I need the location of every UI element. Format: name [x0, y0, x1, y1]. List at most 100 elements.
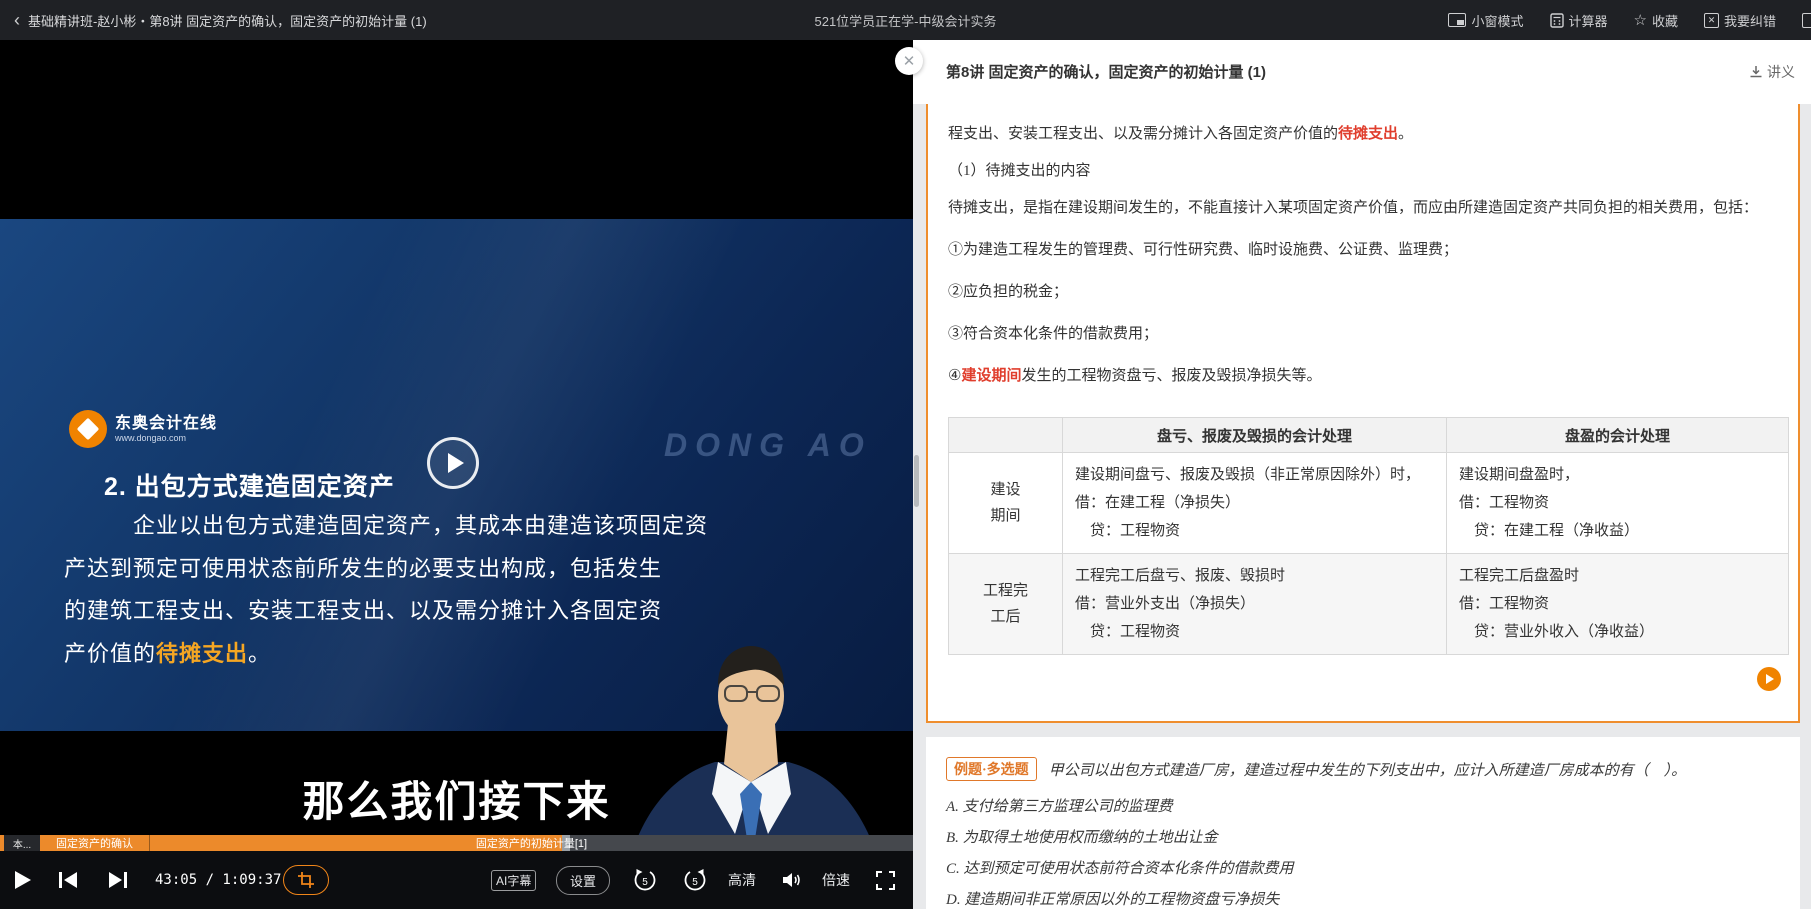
- row-label: 建设 期间: [949, 453, 1063, 554]
- example-type-badge: 例题·多选题: [946, 757, 1037, 781]
- dongao-logo-icon: [69, 410, 107, 448]
- play-button[interactable]: [14, 851, 32, 909]
- next-page-button[interactable]: [1757, 667, 1781, 691]
- ai-caption-button[interactable]: AI字幕: [491, 851, 536, 909]
- forward-5s-button[interactable]: 5: [683, 851, 707, 909]
- app-window: ‹ 基础精讲班-赵小彬・第8讲 固定资产的确认，固定资产的初始计量 (1) 52…: [0, 0, 1811, 909]
- chapter-segment[interactable]: 本...: [0, 835, 40, 851]
- watermark-text: DONG AO: [664, 427, 872, 464]
- ai-caption-label: AI字幕: [491, 870, 536, 891]
- slide-body-line: 企业以出包方式建造固定资产，其成本由建造该项固定资: [133, 508, 708, 540]
- chapter-segment-label: 本...: [4, 835, 40, 851]
- play-icon: [14, 870, 32, 890]
- table-cell: 工程完工后盘盈时 借：工程物资 贷：营业外收入（净收益）: [1447, 554, 1789, 655]
- dongao-logo: 东奥会计在线 www.dongao.com: [69, 410, 217, 448]
- back-chevron-icon[interactable]: ‹: [14, 11, 20, 29]
- next-arrow-icon: [1766, 674, 1774, 684]
- handout-title: 第8讲 固定资产的确认，固定资产的初始计量 (1): [946, 61, 1266, 82]
- fullscreen-button[interactable]: [876, 851, 895, 909]
- doc-paragraph: ②应负担的税金；: [948, 280, 1068, 301]
- quality-button[interactable]: 高清: [728, 851, 756, 909]
- course-title: 基础精讲班-赵小彬・第8讲 固定资产的确认，固定资产的初始计量 (1): [28, 11, 427, 30]
- pip-icon: [1448, 13, 1466, 27]
- svg-text:5: 5: [692, 877, 698, 888]
- doc-text: 程支出、安装工程支出、以及需分摊计入各固定资产价值的: [948, 126, 1338, 142]
- volume-button[interactable]: [782, 851, 802, 909]
- table-row: 工程完 工后 工程完工后盘亏、报废、毁损时 借：营业外支出（净损失） 贷：工程物…: [949, 554, 1789, 655]
- video-control-bar: 43:05 / 1:09:37 AI字幕 设置 5: [0, 851, 913, 909]
- option-a: A. 支付给第三方监理公司的监理费: [946, 795, 1173, 816]
- previous-lesson-button[interactable]: [58, 851, 78, 909]
- rewind-5s-button[interactable]: 5: [633, 851, 657, 909]
- table-cell: 建设期间盘盈时， 借：工程物资 贷：在建工程（净收益）: [1447, 453, 1789, 554]
- clip-button[interactable]: [283, 851, 329, 909]
- slide-body-line: 产达到预定可使用状态前所发生的必要支出构成，包括发生: [64, 551, 662, 583]
- chapter-progress-bar[interactable]: 本... 固定资产的确认 固定资产的初始计量[1]: [0, 835, 913, 851]
- panel-resize-handle[interactable]: [914, 455, 919, 507]
- more-action-button[interactable]: [1802, 13, 1811, 28]
- table-header-col3: 盘盈的会计处理: [1447, 418, 1789, 453]
- slide-line-highlight: 待摊支出: [156, 641, 248, 666]
- doc-paragraph: ①为建造工程发生的管理费、可行性研究费、临时设施费、公证费、监理费；: [948, 238, 1458, 259]
- calculator-icon: [1550, 13, 1564, 28]
- option-c: C. 达到预定可使用状态前符合资本化条件的借款费用: [946, 857, 1294, 878]
- doc-text: ④: [948, 368, 961, 384]
- settings-button[interactable]: 设置: [556, 851, 610, 909]
- star-icon: ☆: [1634, 13, 1647, 28]
- table-cell: 工程完工后盘亏、报废、毁损时 借：营业外支出（净损失） 贷：工程物资: [1063, 554, 1447, 655]
- chapter-segment-label: 固定资产的确认: [56, 835, 133, 851]
- option-d: D. 建造期间非正常原因以外的工程物资盘亏净损失: [946, 888, 1279, 909]
- doc-highlight-red: 待摊支出: [1338, 126, 1398, 142]
- table-row: 建设 期间 建设期间盘亏、报废及毁损（非正常原因除外）时， 借：在建工程（净损失…: [949, 453, 1789, 554]
- download-handout-button[interactable]: 讲义: [1749, 62, 1795, 82]
- speaker-icon: [782, 871, 802, 889]
- video-player[interactable]: 东奥会计在线 www.dongao.com DONG AO 2. 出包方式建造固…: [0, 40, 913, 909]
- video-subtitle: 那么我们接下来: [0, 768, 913, 829]
- report-error-button[interactable]: ✕ 我要纠错: [1704, 11, 1776, 30]
- error-box-icon: ✕: [1704, 13, 1719, 28]
- speed-button[interactable]: 倍速: [822, 851, 850, 909]
- doc-paragraph: 程支出、安装工程支出、以及需分摊计入各固定资产价值的待摊支出。: [948, 122, 1413, 143]
- table-header-row: 盘亏、报废及毁损的会计处理 盘盈的会计处理: [949, 418, 1789, 453]
- play-overlay-button[interactable]: [427, 437, 479, 489]
- slide-line-pre: 产价值的: [64, 641, 156, 666]
- doc-paragraph: ④建设期间发生的工程物资盘亏、报废及毁损净损失等。: [948, 364, 1321, 385]
- next-icon: [108, 871, 128, 889]
- slide-line-post: 。: [248, 641, 271, 666]
- table-header-empty: [949, 418, 1063, 453]
- slide-body-line: 产价值的待摊支出。: [64, 636, 271, 668]
- chapter-segment[interactable]: 固定资产的确认: [40, 835, 150, 851]
- logo-brand-text: 东奥会计在线: [115, 415, 217, 433]
- calculator-button[interactable]: 计算器: [1550, 11, 1608, 30]
- handout-page-next: 例题·多选题 甲公司以出包方式建造厂房，建造过程中发生的下列支出中，应计入所建造…: [926, 737, 1800, 909]
- next-lesson-button[interactable]: [108, 851, 128, 909]
- logo-site-text: www.dongao.com: [115, 433, 217, 443]
- fullscreen-icon: [876, 871, 895, 890]
- doc-paragraph: （1）待摊支出的内容: [948, 159, 1091, 180]
- favorite-label: 收藏: [1652, 11, 1678, 30]
- chapter-segment-current[interactable]: 固定资产的初始计量[1]: [150, 835, 913, 851]
- calculator-label: 计算器: [1569, 11, 1608, 30]
- time-display: 43:05 / 1:09:37: [155, 851, 281, 909]
- clipped-square-icon: [1802, 13, 1811, 28]
- previous-icon: [58, 871, 78, 889]
- pip-mode-label: 小窗模式: [1471, 11, 1523, 30]
- handout-panel-header: 第8讲 固定资产的确认，固定资产的初始计量 (1) 讲义: [913, 40, 1811, 104]
- row-label: 工程完 工后: [949, 554, 1063, 655]
- close-panel-button[interactable]: ✕: [895, 47, 923, 75]
- table-header-col2: 盘亏、报废及毁损的会计处理: [1063, 418, 1447, 453]
- favorite-button[interactable]: ☆ 收藏: [1634, 11, 1678, 30]
- pip-mode-button[interactable]: 小窗模式: [1448, 11, 1523, 30]
- report-error-label: 我要纠错: [1724, 11, 1776, 30]
- handout-page-current: 程支出、安装工程支出、以及需分摊计入各固定资产价值的待摊支出。 （1）待摊支出的…: [926, 104, 1800, 723]
- doc-text: 。: [1398, 126, 1413, 142]
- settings-label: 设置: [556, 866, 610, 895]
- chapter-segment-label: 固定资产的初始计量[1]: [476, 835, 587, 851]
- option-b: B. 为取得土地使用权而缴纳的土地出让金: [946, 826, 1218, 847]
- download-icon: [1749, 65, 1763, 79]
- example-question: 甲公司以出包方式建造厂房，建造过程中发生的下列支出中，应计入所建造厂房成本的有（…: [1049, 759, 1687, 780]
- rewind-5s-icon: 5: [633, 868, 657, 892]
- slide-body-line: 的建筑工程支出、安装工程支出、以及需分摊计入各固定资: [64, 593, 662, 625]
- forward-5s-icon: 5: [683, 868, 707, 892]
- doc-paragraph: 待摊支出，是指在建设期间发生的，不能直接计入某项固定资产价值，而应由所建造固定资…: [948, 196, 1758, 217]
